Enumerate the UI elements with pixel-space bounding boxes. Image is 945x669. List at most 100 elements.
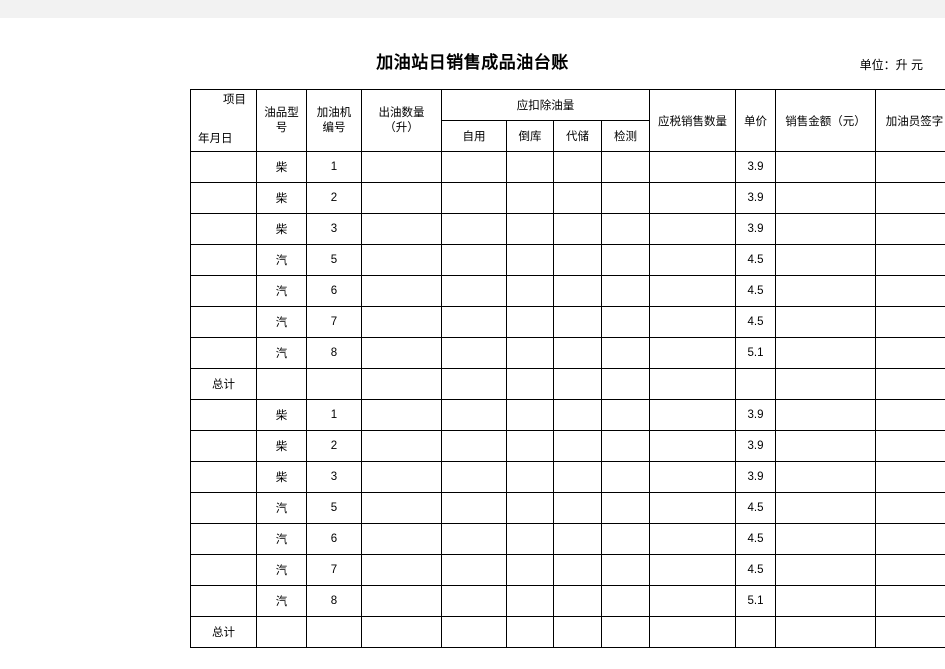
cell-output-qty[interactable] [361, 182, 442, 214]
cell-deduction-self[interactable] [441, 430, 507, 462]
cell-date[interactable] [190, 585, 257, 617]
cell-output-qty[interactable] [361, 399, 442, 431]
cell-date[interactable] [190, 430, 257, 462]
cell-output-qty[interactable] [361, 151, 442, 183]
cell-deduction-test[interactable] [601, 585, 650, 617]
cell-machine-no[interactable]: 6 [306, 275, 362, 307]
cell-sales-amount[interactable] [775, 213, 876, 245]
cell-oil-type[interactable]: 柴 [256, 461, 307, 493]
cell-deduction-move[interactable] [506, 616, 554, 648]
cell-deduction-move[interactable] [506, 337, 554, 369]
cell-deduction-test[interactable] [601, 182, 650, 214]
cell-oil-type[interactable]: 汽 [256, 337, 307, 369]
cell-deduction-test[interactable] [601, 368, 650, 400]
cell-date[interactable]: 总计 [190, 616, 257, 648]
cell-machine-no[interactable]: 5 [306, 492, 362, 524]
cell-output-qty[interactable] [361, 213, 442, 245]
cell-deduction-self[interactable] [441, 306, 507, 338]
cell-attendant-sign[interactable] [875, 554, 945, 586]
cell-machine-no[interactable]: 3 [306, 213, 362, 245]
cell-deduction-test[interactable] [601, 399, 650, 431]
cell-sales-amount[interactable] [775, 337, 876, 369]
cell-taxable-qty[interactable] [649, 213, 736, 245]
cell-date[interactable] [190, 306, 257, 338]
cell-taxable-qty[interactable] [649, 182, 736, 214]
cell-deduction-test[interactable] [601, 306, 650, 338]
cell-taxable-qty[interactable] [649, 399, 736, 431]
cell-deduction-test[interactable] [601, 275, 650, 307]
cell-deduction-move[interactable] [506, 585, 554, 617]
cell-date[interactable]: 总计 [190, 368, 257, 400]
cell-taxable-qty[interactable] [649, 337, 736, 369]
cell-sales-amount[interactable] [775, 523, 876, 555]
cell-machine-no[interactable]: 6 [306, 523, 362, 555]
cell-date[interactable] [190, 399, 257, 431]
cell-deduction-store[interactable] [553, 492, 602, 524]
cell-attendant-sign[interactable] [875, 306, 945, 338]
cell-taxable-qty[interactable] [649, 368, 736, 400]
cell-deduction-test[interactable] [601, 461, 650, 493]
cell-deduction-self[interactable] [441, 585, 507, 617]
cell-unit-price[interactable]: 4.5 [735, 244, 776, 276]
cell-unit-price[interactable]: 5.1 [735, 585, 776, 617]
cell-date[interactable] [190, 554, 257, 586]
cell-oil-type[interactable] [256, 368, 307, 400]
cell-date[interactable] [190, 337, 257, 369]
cell-taxable-qty[interactable] [649, 492, 736, 524]
cell-sales-amount[interactable] [775, 585, 876, 617]
cell-attendant-sign[interactable] [875, 492, 945, 524]
cell-sales-amount[interactable] [775, 151, 876, 183]
cell-deduction-store[interactable] [553, 306, 602, 338]
cell-output-qty[interactable] [361, 554, 442, 586]
cell-deduction-self[interactable] [441, 461, 507, 493]
cell-taxable-qty[interactable] [649, 523, 736, 555]
cell-oil-type[interactable]: 柴 [256, 151, 307, 183]
cell-attendant-sign[interactable] [875, 368, 945, 400]
cell-taxable-qty[interactable] [649, 554, 736, 586]
cell-deduction-test[interactable] [601, 554, 650, 586]
cell-deduction-test[interactable] [601, 492, 650, 524]
cell-taxable-qty[interactable] [649, 275, 736, 307]
cell-output-qty[interactable] [361, 244, 442, 276]
cell-deduction-store[interactable] [553, 368, 602, 400]
cell-output-qty[interactable] [361, 430, 442, 462]
cell-deduction-move[interactable] [506, 368, 554, 400]
cell-date[interactable] [190, 275, 257, 307]
cell-unit-price[interactable] [735, 616, 776, 648]
cell-unit-price[interactable]: 4.5 [735, 554, 776, 586]
cell-deduction-store[interactable] [553, 616, 602, 648]
cell-unit-price[interactable]: 3.9 [735, 399, 776, 431]
cell-taxable-qty[interactable] [649, 244, 736, 276]
cell-deduction-store[interactable] [553, 182, 602, 214]
cell-sales-amount[interactable] [775, 275, 876, 307]
cell-deduction-test[interactable] [601, 244, 650, 276]
cell-unit-price[interactable]: 3.9 [735, 213, 776, 245]
cell-date[interactable] [190, 213, 257, 245]
cell-machine-no[interactable] [306, 368, 362, 400]
cell-taxable-qty[interactable] [649, 430, 736, 462]
cell-unit-price[interactable]: 3.9 [735, 182, 776, 214]
cell-machine-no[interactable]: 3 [306, 461, 362, 493]
cell-deduction-self[interactable] [441, 554, 507, 586]
cell-sales-amount[interactable] [775, 244, 876, 276]
cell-deduction-move[interactable] [506, 275, 554, 307]
cell-taxable-qty[interactable] [649, 585, 736, 617]
cell-deduction-move[interactable] [506, 151, 554, 183]
cell-oil-type[interactable]: 柴 [256, 213, 307, 245]
cell-unit-price[interactable]: 5.1 [735, 337, 776, 369]
cell-sales-amount[interactable] [775, 554, 876, 586]
cell-machine-no[interactable]: 7 [306, 306, 362, 338]
cell-oil-type[interactable]: 柴 [256, 182, 307, 214]
cell-taxable-qty[interactable] [649, 306, 736, 338]
cell-deduction-store[interactable] [553, 213, 602, 245]
cell-deduction-test[interactable] [601, 151, 650, 183]
cell-deduction-self[interactable] [441, 616, 507, 648]
cell-machine-no[interactable]: 1 [306, 151, 362, 183]
cell-deduction-move[interactable] [506, 399, 554, 431]
cell-deduction-self[interactable] [441, 492, 507, 524]
cell-sales-amount[interactable] [775, 616, 876, 648]
cell-unit-price[interactable]: 3.9 [735, 430, 776, 462]
cell-deduction-move[interactable] [506, 244, 554, 276]
cell-deduction-store[interactable] [553, 399, 602, 431]
cell-sales-amount[interactable] [775, 368, 876, 400]
